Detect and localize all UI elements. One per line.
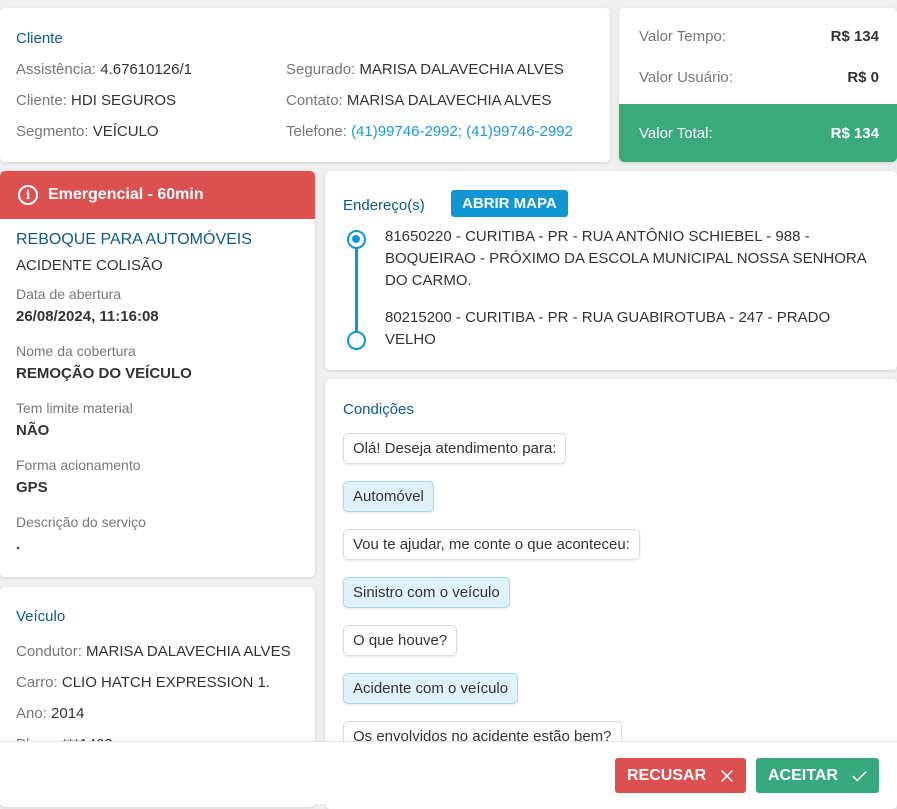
assistance-field: Assistência: 4.67610126/1 [16, 61, 192, 78]
destination-address: 80215200 - CURITIBA - PR - RUA GUABIROTU… [385, 309, 831, 348]
field-value: GPS [16, 479, 48, 496]
bot-message-bubble: O que houve? [343, 625, 458, 656]
label: Telefone: [286, 123, 347, 140]
destination-marker-icon [347, 331, 366, 350]
action-footer: RECUSAR ACEITAR [0, 741, 897, 804]
value: MARISA DALAVECHIA ALVES [346, 92, 552, 109]
field-label: Forma acionamento [16, 457, 141, 473]
field-label: Tem limite material [16, 400, 133, 416]
user-reply-bubble: Acidente com o veículo [343, 673, 519, 704]
value: R$ 0 [847, 69, 879, 86]
open-map-button[interactable]: ABRIR MAPA [451, 190, 568, 217]
client-card: Cliente Assistência: 4.67610126/1 Client… [0, 8, 610, 162]
segment-field: Segmento: VEÍCULO [16, 123, 159, 140]
reject-label: RECUSAR [627, 766, 707, 784]
label: Valor Total: [639, 124, 713, 142]
user-value-row: Valor Usuário: R$ 0 [639, 69, 879, 86]
origin-marker-icon [347, 230, 366, 249]
label: Segurado: [286, 61, 356, 78]
priority-text: Emergencial - 60min [48, 186, 204, 203]
total-value-row: Valor Total: R$ 134 [619, 104, 897, 162]
vehicle-title: Veículo [16, 608, 66, 625]
user-reply-bubble: Sinistro com o veículo [343, 577, 510, 608]
route-line [355, 239, 358, 341]
label: Ano: [16, 705, 47, 722]
field-label: Nome da cobertura [16, 343, 136, 359]
service-title: REBOQUE PARA AUTOMÓVEIS [16, 231, 252, 248]
value: 2014 [51, 705, 85, 722]
field-value: . [16, 536, 21, 553]
phone-field: Telefone: (41)99746-2992; (41)99746-2992 [286, 123, 573, 140]
time-value-row: Valor Tempo: R$ 134 [639, 28, 879, 45]
label: Condutor: [16, 643, 82, 660]
accept-label: ACEITAR [768, 766, 838, 784]
field-label: Descrição do serviço [16, 514, 146, 530]
value: MARISA DALAVECHIA ALVES [359, 61, 564, 78]
service-subtitle: ACIDENTE COLISÃO [16, 257, 163, 274]
label: Segmento: [16, 123, 89, 140]
bot-message-bubble: Olá! Deseja atendimento para: [343, 433, 567, 464]
values-card: Valor Tempo: R$ 134 Valor Usuário: R$ 0 Va… [619, 8, 897, 162]
close-icon [721, 769, 734, 782]
field-label: Data de abertura [16, 286, 122, 302]
check-icon [852, 770, 867, 782]
priority-banner: i Emergencial - 60min [0, 171, 315, 219]
value: VEÍCULO [92, 123, 159, 140]
bot-message-bubble: Vou te ajudar, me conte o que aconteceu: [343, 529, 640, 560]
reject-button[interactable]: RECUSAR [615, 758, 746, 793]
label: Contato: [286, 92, 343, 109]
info-icon: i [18, 185, 38, 205]
user-reply-bubble: Automóvel [343, 481, 434, 512]
insured-field: Segurado: MARISA DALAVECHIA ALVES [286, 61, 564, 78]
phone-link[interactable]: (41)99746-2992; (41)99746-2992 [351, 123, 573, 140]
driver-field: Condutor: MARISA DALAVECHIA ALVES [16, 643, 291, 660]
contact-field: Contato: MARISA DALAVECHIA ALVES [286, 92, 551, 109]
origin-address: 81650220 - CURITIBA - PR - RUA ANTÔNIO S… [385, 228, 866, 289]
client-field: Cliente: HDI SEGUROS [16, 92, 176, 109]
label: Valor Usuário: [639, 69, 733, 86]
service-card: i Emergencial - 60min REBOQUE PARA AUTOMÓ… [0, 171, 315, 577]
label: Assistência: [16, 61, 97, 78]
address-card: Endereço(s) ABRIR MAPA 81650220 - CURITI… [325, 171, 897, 370]
value: CLIO HATCH EXPRESSION 1. [61, 674, 270, 691]
year-field: Ano: 2014 [16, 705, 84, 722]
car-field: Carro: CLIO HATCH EXPRESSION 1. [16, 674, 270, 691]
value: R$ 134 [830, 28, 879, 45]
label: Carro: [16, 674, 58, 691]
value: HDI SEGUROS [71, 92, 177, 109]
field-value: REMOÇÃO DO VEÍCULO [16, 365, 192, 382]
value: R$ 134 [830, 124, 879, 142]
accept-button[interactable]: ACEITAR [756, 758, 879, 793]
client-title: Cliente [16, 30, 63, 47]
label: Cliente: [16, 92, 67, 109]
label: Valor Tempo: [639, 28, 726, 45]
field-value: 26/08/2024, 11:16:08 [16, 308, 159, 325]
field-value: NÃO [16, 422, 50, 439]
address-title: Endereço(s) [343, 197, 425, 214]
value: 4.67610126/1 [100, 61, 192, 78]
conditions-title: Condições [343, 401, 414, 418]
value: MARISA DALAVECHIA ALVES [86, 643, 291, 660]
